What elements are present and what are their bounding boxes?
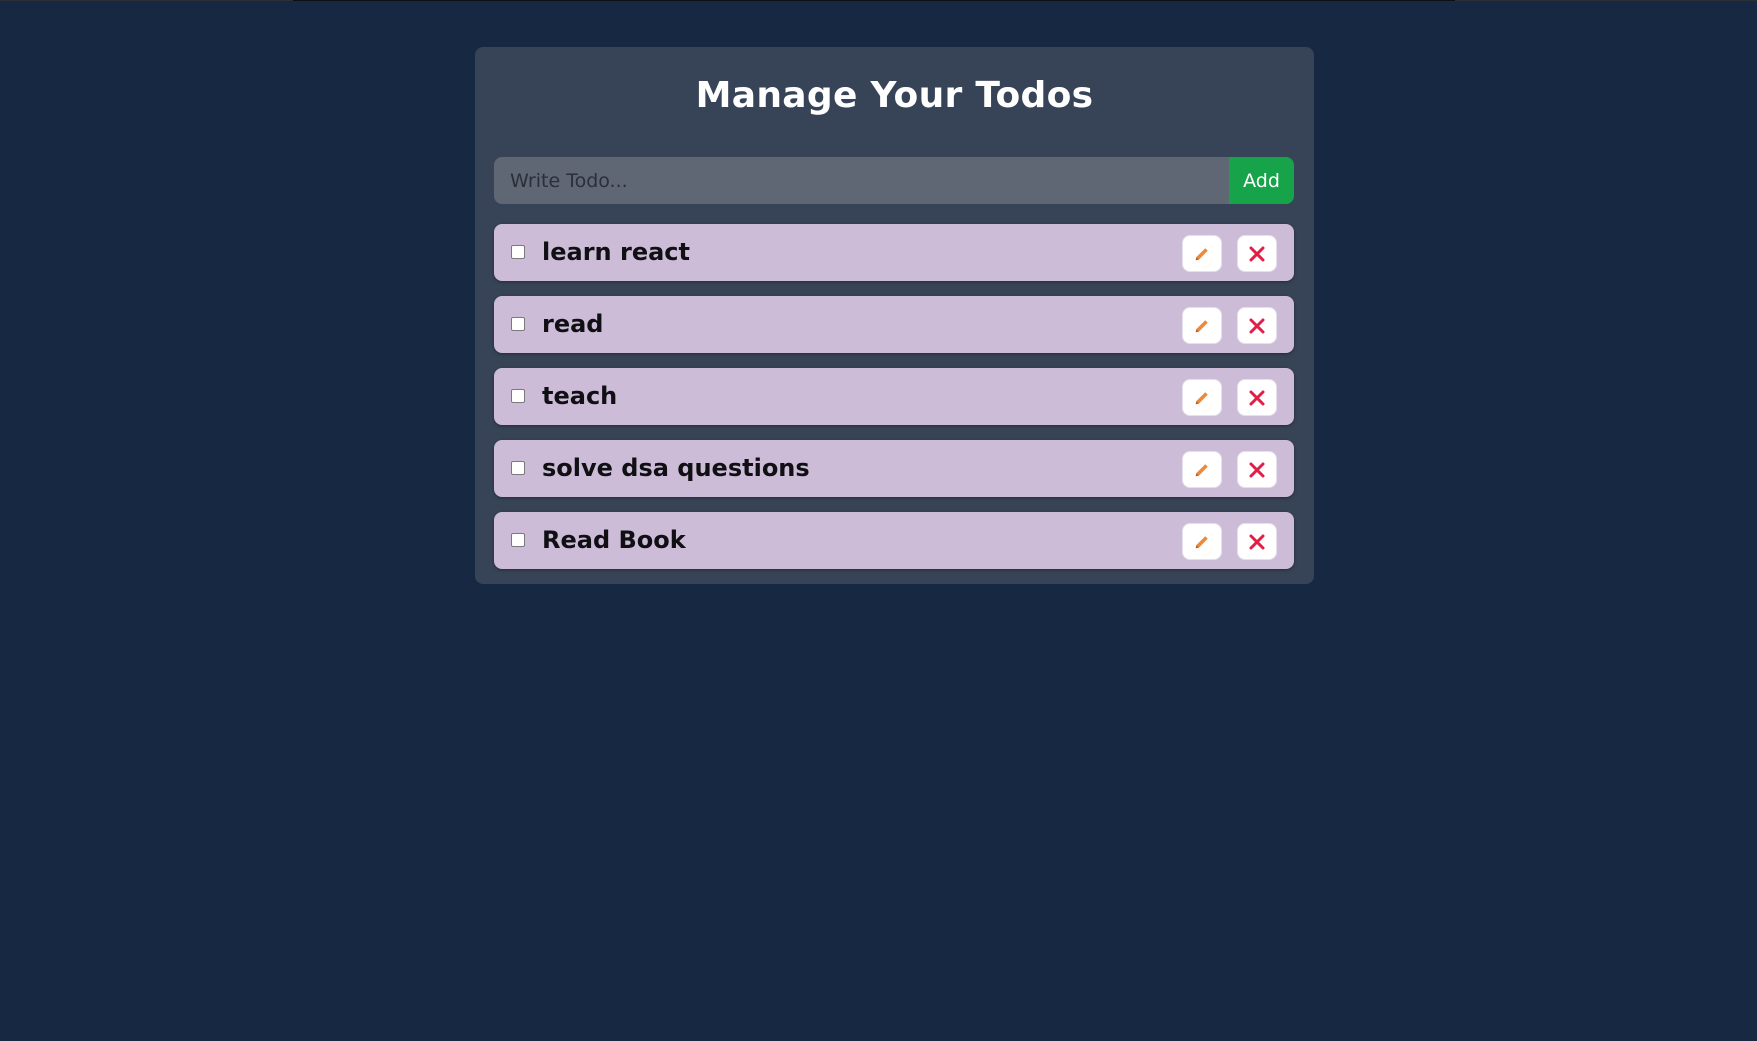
close-icon — [1248, 389, 1266, 407]
close-icon — [1248, 317, 1266, 335]
todo-checkbox[interactable] — [511, 389, 525, 403]
todo-text: learn react — [542, 238, 690, 266]
delete-button[interactable] — [1237, 451, 1277, 488]
pencil-icon — [1193, 389, 1211, 407]
delete-button[interactable] — [1237, 379, 1277, 416]
todo-item: learn react — [494, 224, 1294, 281]
delete-button[interactable] — [1237, 307, 1277, 344]
edit-button[interactable] — [1182, 523, 1222, 560]
add-button[interactable]: Add — [1229, 157, 1294, 204]
todo-list: learn react read teach solve dsa questio… — [494, 224, 1294, 584]
todo-item: Read Book — [494, 512, 1294, 569]
edit-button[interactable] — [1182, 307, 1222, 344]
delete-button[interactable] — [1237, 235, 1277, 272]
pencil-icon — [1193, 461, 1211, 479]
todo-text: read — [542, 310, 604, 338]
edit-button[interactable] — [1182, 451, 1222, 488]
pencil-icon — [1193, 317, 1211, 335]
todo-checkbox[interactable] — [511, 317, 525, 331]
todo-text: solve dsa questions — [542, 454, 810, 482]
close-icon — [1248, 461, 1266, 479]
todo-checkbox[interactable] — [511, 533, 525, 547]
todo-checkbox[interactable] — [511, 461, 525, 475]
todo-text: teach — [542, 382, 618, 410]
close-icon — [1248, 245, 1266, 263]
pencil-icon — [1193, 245, 1211, 263]
todo-item: teach — [494, 368, 1294, 425]
todo-item: read — [494, 296, 1294, 353]
todo-text: Read Book — [542, 526, 686, 554]
page-title: Manage Your Todos — [695, 75, 1094, 116]
edit-button[interactable] — [1182, 235, 1222, 272]
browser-top-strip — [0, 0, 1757, 1]
add-todo-form: Add — [494, 157, 1294, 204]
todo-input[interactable] — [494, 157, 1229, 204]
pencil-icon — [1193, 533, 1211, 551]
delete-button[interactable] — [1237, 523, 1277, 560]
edit-button[interactable] — [1182, 379, 1222, 416]
todo-item: solve dsa questions — [494, 440, 1294, 497]
close-icon — [1248, 533, 1266, 551]
todo-checkbox[interactable] — [511, 245, 525, 259]
browser-top-strip-inner — [293, 0, 1455, 1]
